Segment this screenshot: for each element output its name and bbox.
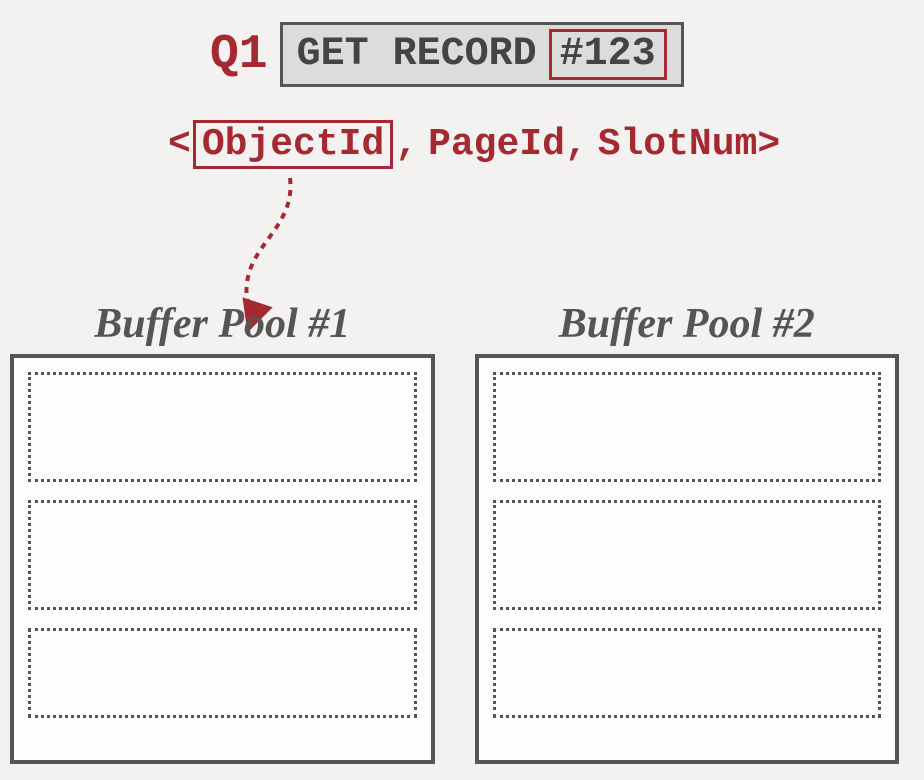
pageid-field: PageId, bbox=[428, 123, 588, 166]
pool-box bbox=[475, 354, 900, 764]
pool-box bbox=[10, 354, 435, 764]
record-id-box: #123 bbox=[549, 29, 667, 80]
tuple-sep1: , bbox=[395, 123, 418, 166]
pool-title: Buffer Pool #2 bbox=[475, 300, 900, 348]
buffer-slot bbox=[493, 372, 882, 482]
slotnum-field: SlotNum bbox=[598, 123, 758, 166]
pools-container: Buffer Pool #1 Buffer Pool #2 bbox=[10, 300, 899, 764]
buffer-slot bbox=[28, 628, 417, 718]
objectid-field: ObjectId bbox=[193, 120, 393, 169]
tuple-close: > bbox=[757, 123, 780, 166]
query-box: GET RECORD #123 bbox=[280, 22, 684, 87]
buffer-slot bbox=[493, 628, 882, 718]
buffer-pool-2: Buffer Pool #2 bbox=[475, 300, 900, 764]
query-command: GET RECORD bbox=[297, 32, 537, 77]
tuple-open: < bbox=[168, 123, 191, 166]
buffer-slot bbox=[28, 372, 417, 482]
record-tuple: < ObjectId , PageId, SlotNum > bbox=[168, 120, 780, 169]
query-label: Q1 bbox=[210, 28, 268, 82]
buffer-pool-1: Buffer Pool #1 bbox=[10, 300, 435, 764]
query-row: Q1 GET RECORD #123 bbox=[210, 22, 684, 87]
buffer-slot bbox=[493, 500, 882, 610]
buffer-slot bbox=[28, 500, 417, 610]
pool-title: Buffer Pool #1 bbox=[10, 300, 435, 348]
